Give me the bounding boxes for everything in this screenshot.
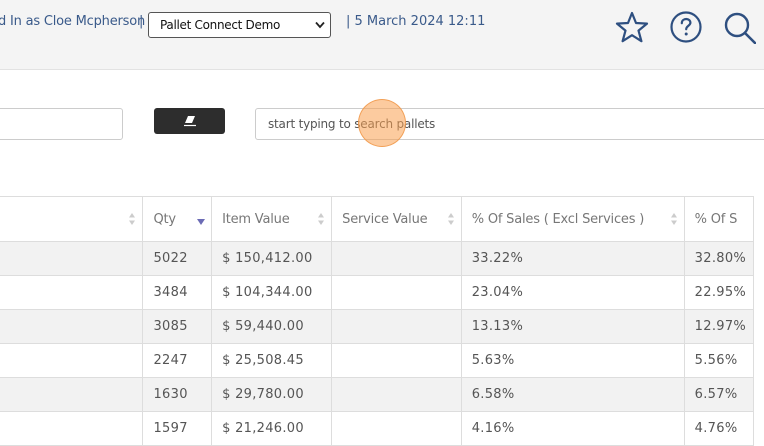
cell-service-value xyxy=(331,343,462,378)
table-row[interactable]: 3484 $ 104,344.00 23.04% 22.95% xyxy=(0,275,755,310)
cell-name xyxy=(0,343,144,378)
cell-pct-excl: 4.16% xyxy=(460,411,685,446)
cell-item-value: $ 104,344.00 xyxy=(211,275,333,310)
site-select-value: Pallet Connect Demo xyxy=(160,18,281,32)
cell-pct-excl: 23.04% xyxy=(460,275,685,310)
sort-icon xyxy=(318,213,325,225)
column-header-service-value[interactable]: Service Value xyxy=(331,196,462,242)
table-row[interactable]: 1630 $ 29,780.00 6.58% 6.57% xyxy=(0,377,755,412)
header-separator: | xyxy=(139,14,144,29)
search-placeholder: start typing to search pallets xyxy=(268,117,436,131)
table-row[interactable]: 3085 $ 59,440.00 13.13% 12.97% xyxy=(0,309,755,344)
logged-in-text: d In as Cloe Mcpherson xyxy=(0,14,145,29)
sort-icon xyxy=(447,213,454,225)
cell-pct-other: 32.80% xyxy=(683,241,755,276)
cell-qty: 1630 xyxy=(142,377,213,412)
column-header-item-value[interactable]: Item Value xyxy=(211,196,333,242)
star-icon[interactable] xyxy=(615,10,649,44)
cell-pct-other: 22.95% xyxy=(683,275,755,310)
cell-name xyxy=(0,309,144,344)
column-header-name[interactable] xyxy=(0,196,144,242)
table-row[interactable]: 2247 $ 25,508.45 5.63% 5.56% xyxy=(0,343,755,378)
cell-service-value xyxy=(331,275,462,310)
sort-desc-icon xyxy=(197,219,206,225)
cell-item-value: $ 59,440.00 xyxy=(211,309,333,344)
cell-qty: 3085 xyxy=(142,309,213,344)
table-row[interactable]: 1597 $ 21,246.00 4.16% 4.76% xyxy=(0,411,755,446)
cell-pct-other: 6.57% xyxy=(683,377,755,412)
cell-pct-other: 4.76% xyxy=(683,411,755,446)
cell-pct-other: 5.56% xyxy=(683,343,755,378)
cell-qty: 3484 xyxy=(142,275,213,310)
cell-pct-excl: 13.13% xyxy=(460,309,685,344)
top-bar: d In as Cloe Mcpherson | Pallet Connect … xyxy=(0,0,764,70)
cell-qty: 2247 xyxy=(142,343,213,378)
table-header-row: Qty Item Value Service Value % Of Sales … xyxy=(0,196,755,242)
cell-pct-excl: 6.58% xyxy=(460,377,685,412)
cell-pct-excl: 5.63% xyxy=(460,343,685,378)
cell-service-value xyxy=(331,309,462,344)
cell-service-value xyxy=(331,377,462,412)
cell-service-value xyxy=(331,411,462,446)
eraser-icon xyxy=(183,116,196,127)
help-icon[interactable] xyxy=(669,10,703,44)
cell-name xyxy=(0,377,144,412)
sort-icon xyxy=(670,213,677,225)
column-header-pct-sales[interactable]: % Of S xyxy=(683,196,755,242)
sales-table: Qty Item Value Service Value % Of Sales … xyxy=(0,196,755,446)
datetime-text: | 5 March 2024 12:11 xyxy=(346,14,486,29)
cell-name xyxy=(0,275,144,310)
chevron-down-icon xyxy=(315,21,325,29)
column-header-pct-sales-excl[interactable]: % Of Sales ( Excl Services ) xyxy=(460,196,685,242)
cell-service-value xyxy=(331,241,462,276)
cell-name xyxy=(0,241,144,276)
site-select[interactable]: Pallet Connect Demo xyxy=(148,12,331,38)
cell-qty: 5022 xyxy=(142,241,213,276)
search-icon[interactable] xyxy=(722,10,756,44)
cell-item-value: $ 150,412.00 xyxy=(211,241,333,276)
filter-input[interactable] xyxy=(0,108,123,140)
cell-pct-excl: 33.22% xyxy=(460,241,685,276)
table-row[interactable]: 5022 $ 150,412.00 33.22% 32.80% xyxy=(0,241,755,276)
cell-qty: 1597 xyxy=(142,411,213,446)
clear-search-button[interactable] xyxy=(154,108,225,134)
cell-item-value: $ 25,508.45 xyxy=(211,343,333,378)
cell-item-value: $ 21,246.00 xyxy=(211,411,333,446)
cell-name xyxy=(0,411,144,446)
sort-icon xyxy=(129,213,136,225)
search-pallets-input[interactable]: start typing to search pallets xyxy=(255,108,764,140)
cell-item-value: $ 29,780.00 xyxy=(211,377,333,412)
cell-pct-other: 12.97% xyxy=(683,309,755,344)
column-header-qty[interactable]: Qty xyxy=(142,196,213,242)
